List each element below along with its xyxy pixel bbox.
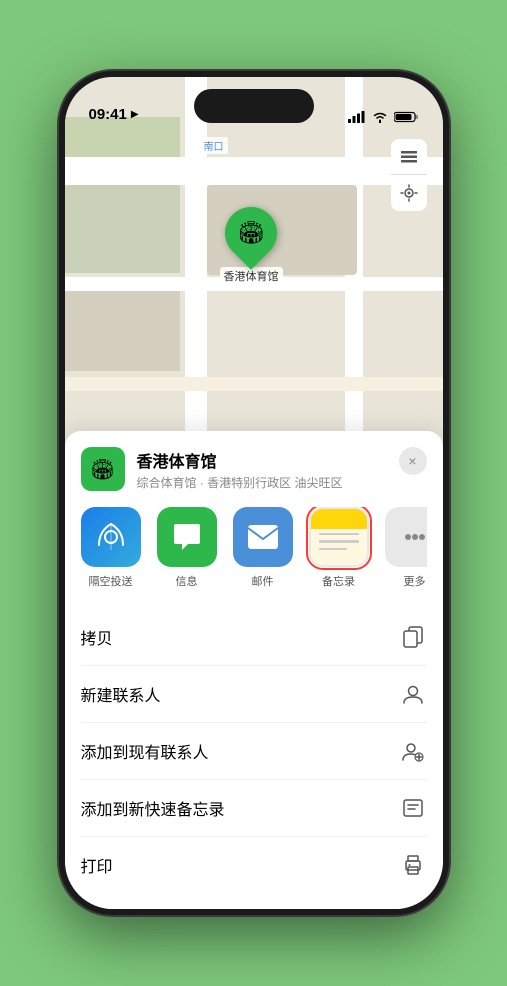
messages-label: 信息 (176, 573, 198, 589)
action-list: 拷贝 新建联系人 (81, 609, 427, 893)
action-new-contact-label: 新建联系人 (81, 682, 161, 706)
mail-label: 邮件 (252, 573, 274, 589)
map-road-h (65, 157, 443, 185)
phone-frame: 09:41 ▶ (59, 71, 449, 915)
venue-name: 香港体育馆 (137, 448, 427, 472)
signal-icon (348, 111, 366, 123)
map-block3 (65, 291, 180, 371)
add-existing-icon (399, 737, 427, 765)
wifi-icon (372, 111, 388, 123)
battery-icon (394, 111, 419, 123)
action-print[interactable]: 打印 (81, 837, 427, 893)
mail-icon (233, 507, 293, 567)
map-location-button[interactable] (391, 175, 427, 211)
venue-subtitle: 综合体育馆 · 香港特别行政区 油尖旺区 (137, 474, 427, 491)
app-share-row: 隔空投送 信息 (81, 507, 427, 589)
airdrop-label: 隔空投送 (89, 573, 133, 589)
stadium-marker[interactable]: 🏟 香港体育馆 (220, 207, 283, 285)
sheet-title-area: 香港体育馆 综合体育馆 · 香港特别行政区 油尖旺区 (137, 448, 427, 491)
quick-note-icon (399, 794, 427, 822)
dynamic-island (194, 89, 314, 123)
map-layers-button[interactable] (391, 139, 427, 175)
notes-icon (309, 507, 369, 567)
messages-icon (157, 507, 217, 567)
app-item-messages[interactable]: 信息 (157, 507, 217, 589)
app-item-airdrop[interactable]: 隔空投送 (81, 507, 141, 589)
copy-icon (399, 623, 427, 651)
stadium-pin-icon: 🏟 (237, 220, 265, 246)
app-item-notes[interactable]: 备忘录 (309, 507, 369, 589)
action-print-label: 打印 (81, 853, 113, 877)
bottom-sheet: 🏟 香港体育馆 综合体育馆 · 香港特别行政区 油尖旺区 × (65, 431, 443, 909)
venue-icon: 🏟 (81, 447, 125, 491)
app-item-mail[interactable]: 邮件 (233, 507, 293, 589)
action-add-existing[interactable]: 添加到现有联系人 (81, 723, 427, 780)
action-new-contact[interactable]: 新建联系人 (81, 666, 427, 723)
more-icon (385, 507, 427, 567)
new-contact-icon (399, 680, 427, 708)
phone-screen: 09:41 ▶ (65, 77, 443, 909)
print-icon (399, 851, 427, 879)
action-quick-note-label: 添加到新快速备忘录 (81, 796, 225, 820)
app-item-more[interactable]: 更多 (385, 507, 427, 589)
stadium-pin: 🏟 (214, 196, 288, 270)
sheet-header: 🏟 香港体育馆 综合体育馆 · 香港特别行政区 油尖旺区 × (81, 447, 427, 491)
more-label: 更多 (404, 573, 426, 589)
map-controls (391, 139, 427, 211)
notes-label: 备忘录 (322, 573, 355, 589)
status-time: 09:41 (89, 106, 127, 123)
action-quick-note[interactable]: 添加到新快速备忘录 (81, 780, 427, 837)
map-stadium-area (65, 185, 180, 273)
map-label-south: 南口 (200, 137, 228, 154)
action-add-existing-label: 添加到现有联系人 (81, 739, 209, 763)
sheet-close-button[interactable]: × (399, 447, 427, 475)
status-icons (348, 111, 419, 123)
action-copy-label: 拷贝 (81, 625, 113, 649)
location-icon: ▶ (131, 109, 139, 120)
airdrop-icon (81, 507, 141, 567)
map-road-h3 (65, 377, 443, 391)
action-copy[interactable]: 拷贝 (81, 609, 427, 666)
